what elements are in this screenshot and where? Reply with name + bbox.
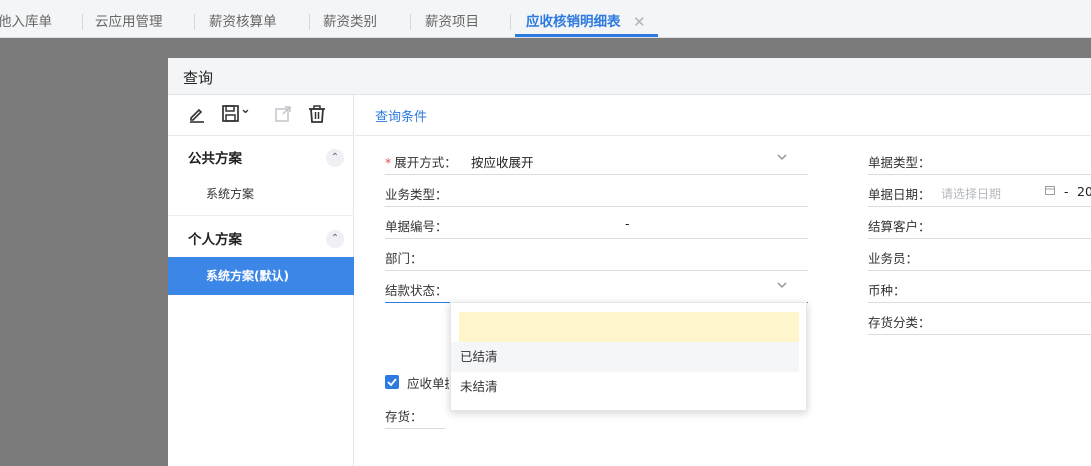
doc-number-label: 单据编号： (385, 219, 448, 234)
dialog-title: 查询 (183, 69, 214, 87)
inventory-category-label: 存货分类： (868, 315, 931, 330)
salesperson-label: 业务员： (868, 251, 919, 266)
scheme-item-system-default[interactable]: 系统方案(默认) (168, 257, 354, 295)
chevron-down-icon (776, 151, 790, 165)
settle-customer-field[interactable]: 结算客户： (868, 211, 1091, 239)
delete-icon[interactable] (307, 104, 327, 124)
expand-mode-value: 按应收展开 (471, 155, 534, 170)
salesperson-field[interactable]: 业务员： (868, 243, 1091, 271)
tab-separator (510, 14, 511, 30)
chevron-down-icon (776, 279, 790, 293)
tab-label: 薪资类别 (323, 14, 377, 30)
tab-separator (82, 14, 83, 30)
doc-date-range[interactable]: 单据日期： 请选择日期 - 20 (868, 179, 1091, 207)
save-icon[interactable] (221, 104, 241, 124)
divider (355, 135, 1091, 136)
chevron-up-icon[interactable]: ⌃ (326, 230, 344, 248)
settle-status-dropdown: 已结清 未结清 (450, 302, 807, 411)
dropdown-option-empty[interactable] (459, 312, 799, 342)
tab-separator (410, 14, 411, 30)
tab-cloud-app-management[interactable]: 云应用管理 (95, 0, 163, 38)
required-mark: * (385, 155, 392, 170)
inventory-label: 存货： (385, 409, 423, 424)
department-label: 部门： (385, 251, 423, 266)
tab-separator (309, 14, 310, 30)
active-tab-indicator (515, 34, 658, 37)
scheme-panel: ⌄ 公共方案 ⌃ 系统方案 个人方案 ⌃ 系统方案(默认) (168, 95, 354, 466)
expand-mode-label: 展开方式： (394, 155, 457, 170)
query-conditions-title[interactable]: 查询条件 (375, 106, 427, 125)
department-field[interactable]: 部门： (385, 243, 808, 271)
doc-date-label: 单据日期： (868, 187, 931, 202)
public-scheme-title[interactable]: 公共方案 (188, 147, 242, 167)
doc-number-range[interactable]: 单据编号： - (385, 211, 808, 239)
scheme-item-system[interactable]: 系统方案 (168, 175, 354, 213)
export-icon (273, 104, 293, 124)
tab-label: 应收核销明细表 (526, 14, 621, 30)
business-type-field[interactable]: 业务类型： (385, 179, 808, 207)
tab-salary-item[interactable]: 薪资项目 (425, 0, 479, 38)
doc-date-end-value[interactable]: 20 (1077, 184, 1091, 199)
settle-status-label: 结款状态： (385, 283, 448, 298)
tab-label: 薪资核算单 (209, 14, 277, 30)
tab-label: 云应用管理 (95, 14, 163, 30)
close-icon[interactable]: ✕ (633, 14, 646, 30)
ar-doc-checkbox-label[interactable]: 应收单据 (407, 373, 449, 392)
doc-type-label: 单据类型： (868, 155, 931, 170)
tab-label: 薪资项目 (425, 14, 479, 30)
edit-icon[interactable] (187, 104, 207, 124)
ar-doc-checkbox[interactable] (385, 375, 399, 389)
settle-status-select[interactable]: 结款状态： (385, 275, 808, 303)
tab-ar-writeoff-detail[interactable]: 应收核销明细表 (526, 0, 621, 38)
currency-label: 币种： (868, 283, 906, 298)
expand-mode-select[interactable]: * 展开方式： 按应收展开 (385, 147, 808, 175)
tab-bar: 他入库单 云应用管理 薪资核算单 薪资类别 薪资项目 应收核销明细表 ✕ (0, 0, 1091, 38)
settle-customer-label: 结算客户： (868, 219, 931, 234)
range-separator: - (1064, 184, 1069, 199)
chevron-up-icon[interactable]: ⌃ (326, 149, 344, 167)
tab-label: 他入库单 (0, 14, 52, 30)
inventory-category-field[interactable]: 存货分类： (868, 307, 1091, 335)
range-separator: - (625, 216, 630, 231)
tab-salary-calculation[interactable]: 薪资核算单 (209, 0, 277, 38)
tab-salary-category[interactable]: 薪资类别 (323, 0, 377, 38)
doc-date-start-placeholder: 请选择日期 (941, 187, 1002, 201)
currency-field[interactable]: 币种： (868, 275, 1091, 303)
tab-other-inbound[interactable]: 他入库单 (0, 0, 52, 38)
divider (168, 215, 354, 216)
dialog-header: 查询 (168, 58, 1091, 95)
chevron-down-icon[interactable]: ⌄ (240, 102, 252, 122)
inventory-field[interactable]: 存货： (385, 401, 445, 429)
personal-scheme-title[interactable]: 个人方案 (188, 228, 242, 248)
business-type-label: 业务类型： (385, 187, 448, 202)
field-label: * 展开方式： (385, 152, 457, 171)
check-icon (387, 378, 397, 387)
dropdown-option-unsettled[interactable]: 未结清 (451, 372, 806, 402)
dropdown-option-settled[interactable]: 已结清 (451, 342, 799, 372)
calendar-icon[interactable] (1044, 184, 1058, 198)
doc-type-field[interactable]: 单据类型： (868, 147, 1091, 175)
tab-separator (194, 14, 195, 30)
scheme-toolbar: ⌄ (168, 95, 354, 136)
